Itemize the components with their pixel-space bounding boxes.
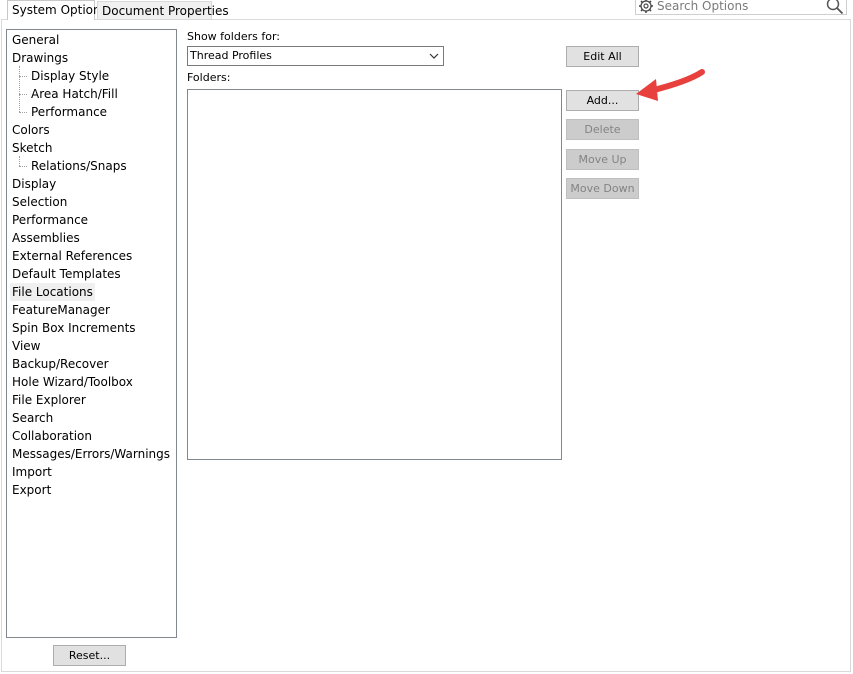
tree-item-search[interactable]: Search [10,409,55,427]
tree-item-relations-snaps[interactable]: Relations/Snaps [29,157,129,175]
search-input[interactable] [657,0,817,13]
folders-list[interactable] [187,89,562,460]
options-tree[interactable]: General Drawings Display Style Area Hatch/F… [6,29,177,638]
tree-item-import[interactable]: Import [10,463,54,481]
move-up-button[interactable]: Move Up [566,149,639,170]
delete-button[interactable]: Delete [566,119,639,140]
edit-all-button[interactable]: Edit All [566,46,639,67]
reset-button[interactable]: Reset... [53,645,126,666]
tree-item-performance[interactable]: Performance [29,103,109,121]
tree-connector-line [19,112,27,113]
tree-item-backup-recover[interactable]: Backup/Recover [10,355,111,373]
tree-item-view[interactable]: View [10,337,42,355]
tree-item-featuremanager[interactable]: FeatureManager [10,301,112,319]
tree-item-sketch[interactable]: Sketch [10,139,54,157]
tree-connector-line [19,166,27,167]
gear-icon[interactable] [638,0,654,14]
tree-item-spin-box-increments[interactable]: Spin Box Increments [10,319,138,337]
tree-item-general[interactable]: General [10,31,61,49]
tree-item-performance[interactable]: Performance [10,211,90,229]
tree-item-drawings[interactable]: Drawings [10,49,70,67]
tab-document-properties[interactable]: Document Properties [97,1,229,19]
tree-item-export[interactable]: Export [10,481,53,499]
tree-item-file-locations[interactable]: File Locations [10,283,95,301]
tree-item-area-hatch-fill[interactable]: Area Hatch/Fill [29,85,120,103]
tree-item-file-explorer[interactable]: File Explorer [10,391,88,409]
tree-item-messages-errors-warnings[interactable]: Messages/Errors/Warnings [10,445,172,463]
tree-item-assemblies[interactable]: Assemblies [10,229,82,247]
tree-item-hole-wizard-toolbox[interactable]: Hole Wizard/Toolbox [10,373,135,391]
tree-item-display-style[interactable]: Display Style [29,67,111,85]
tree-item-default-templates[interactable]: Default Templates [10,265,123,283]
system-options-dialog: System Options Document Properties Gen [0,0,853,674]
add-button[interactable]: Add... [566,90,639,111]
show-folders-value: Thread Profiles [190,49,272,62]
chevron-down-icon [429,53,439,59]
move-down-button[interactable]: Move Down [566,178,639,199]
tree-connector-line [19,94,27,95]
tab-system-options[interactable]: System Options [7,0,107,20]
tree-connector-line [19,66,20,112]
folders-label: Folders: [187,71,231,84]
tree-connector-line [19,76,27,77]
tree-item-colors[interactable]: Colors [10,121,52,139]
search-box[interactable] [635,0,847,15]
tree-item-display[interactable]: Display [10,175,58,193]
show-folders-label: Show folders for: [187,30,280,43]
tree-item-external-references[interactable]: External References [10,247,134,265]
tree-item-selection[interactable]: Selection [10,193,69,211]
tree-item-collaboration[interactable]: Collaboration [10,427,94,445]
search-icon[interactable] [826,0,844,15]
tree-connector-line [19,156,20,166]
show-folders-dropdown[interactable]: Thread Profiles [187,46,444,66]
